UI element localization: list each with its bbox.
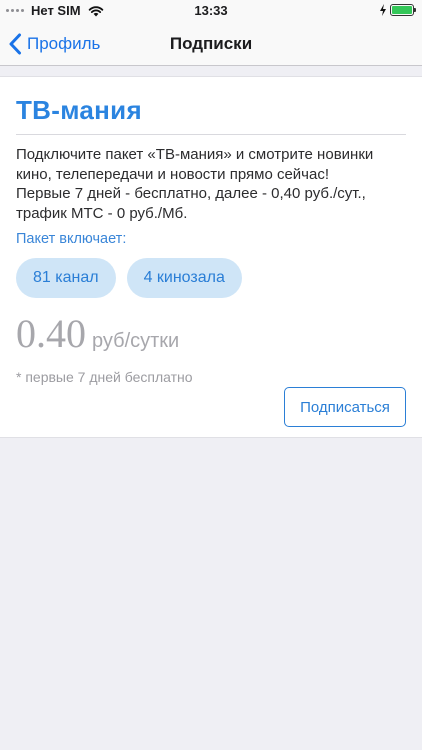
navigation-bar: Профиль Подписки [0,22,422,66]
back-button[interactable]: Профиль [8,22,100,66]
description-line: Подключите пакет «ТВ-мания» и смотрите н… [16,146,374,163]
status-bar: Нет SIM 13:33 [0,0,422,22]
subscribe-button[interactable]: Подписаться [284,387,406,427]
package-card: ТВ-мания Подключите пакет «ТВ-мания» и с… [0,76,422,438]
description-line: кино, телепередачи и новости прямо сейча… [16,165,330,183]
feature-chips: 81 канал 4 кинозала [16,258,406,298]
includes-label: Пакет включает: [16,231,127,247]
battery-icon [390,4,416,16]
status-right [379,4,416,16]
price-row: 0.40 руб/сутки [16,312,406,356]
package-description: Подключите пакет «ТВ-мания» и смотрите н… [16,145,406,223]
price-value: 0.40 [16,311,86,356]
back-button-label: Профиль [27,34,101,53]
chip-channels[interactable]: 81 канал [16,258,116,298]
package-title: ТВ-мания [16,93,406,135]
battery-fill [392,6,412,14]
free-trial-note: * первые 7 дней бесплатно [16,369,193,385]
price-unit: руб/сутки [92,330,180,352]
status-time: 13:33 [194,3,228,18]
chevron-left-icon [9,33,21,55]
description-line: трафик МТС - 0 руб./Мб. [16,204,188,222]
chip-cinemas[interactable]: 4 кинозала [126,258,242,298]
description-line: Первые 7 дней - бесплатно, далее - 0,40 … [16,185,366,202]
charging-icon [380,4,386,16]
